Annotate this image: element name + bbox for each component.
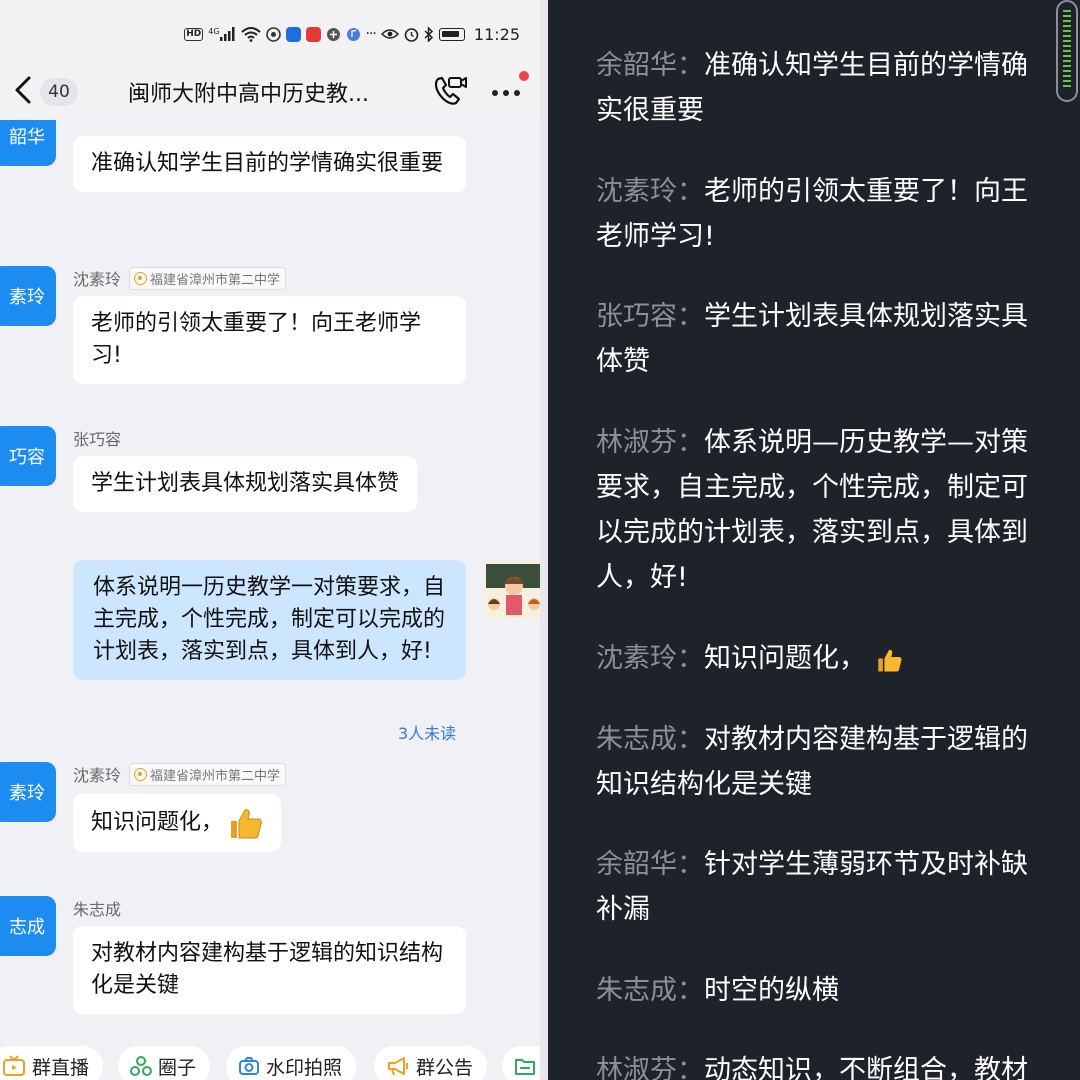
transcript-line: 沈素玲：老师的引领太重要了！向王老师学习! (596, 176, 1028, 252)
transcript-line: 林淑芬：体系说明—历史教学—对策要求，自主完成，个性完成，制定可以完成的计划表，… (596, 427, 1028, 593)
verified-badge-icon (134, 271, 148, 285)
organization-tag: 福建省漳州市第二中学 (129, 266, 287, 290)
more-notifications-icon: ··· (365, 26, 377, 42)
tv-icon (3, 1055, 25, 1076)
chat-header: 40 闽师大附中高中历史教... (0, 62, 540, 120)
more-icon (492, 90, 498, 96)
sender-name: 沈素玲 福建省漳州市第二中学 (73, 266, 287, 290)
organization-tag: 福建省漳州市第二中学 (129, 762, 287, 786)
browser-icon (326, 27, 341, 42)
video-call-button[interactable] (432, 74, 468, 108)
sender-name: 沈素玲 福建省漳州市第二中学 (73, 762, 287, 786)
announcement-chip[interactable]: 群公告 (374, 1046, 488, 1080)
read-status[interactable]: 3人未读 (398, 720, 456, 744)
quick-action-bar: 群直播 圈子 水印拍照 群公告 (0, 1040, 540, 1080)
circle-group-icon (130, 1056, 152, 1076)
back-button[interactable] (10, 74, 36, 106)
my-avatar[interactable] (484, 560, 540, 620)
app-notification-icon (285, 26, 301, 42)
transcript-line: 余韶华：针对学生薄弱环节及时补缺补漏 (596, 849, 1028, 925)
transcript-line: 张巧容：学生计划表具体规划落实具体赞 (596, 301, 1028, 377)
avatar[interactable]: 素玲 (0, 266, 56, 326)
transcript-line: 朱志成：时空的纵横 (596, 975, 839, 1006)
battery-icon (438, 27, 465, 41)
watermark-camera-chip[interactable]: 水印拍照 (226, 1046, 357, 1080)
files-chip[interactable] (502, 1046, 540, 1080)
scrollbar-thumb[interactable] (1056, 0, 1078, 102)
notification-dot (519, 71, 529, 81)
shield-app-icon (265, 26, 281, 42)
alarm-icon (404, 27, 419, 42)
video-call-icon (434, 76, 467, 105)
transcript-line: 沈素玲：知识问题化， (596, 636, 1036, 681)
transcript-panel: 余韶华：准确认知学生目前的学情确实很重要 沈素玲：老师的引领太重要了！向王老师学… (548, 0, 1080, 1080)
panel-divider (540, 0, 548, 1080)
app-notification-icon (305, 26, 321, 42)
wifi-icon (240, 26, 261, 42)
signal-icon: 4G (208, 27, 235, 41)
live-stream-chip[interactable]: 群直播 (0, 1046, 104, 1080)
chat-title: 闽师大附中高中历史教... (128, 82, 369, 107)
audio-level-icon (1063, 10, 1071, 90)
chat-screen: HD 4G ··· 11:25 40 闽师大附中高中历史教... 韶华 准确认知… (0, 0, 540, 1080)
unread-count-badge[interactable]: 40 (40, 78, 78, 106)
message-bubble[interactable]: 准确认知学生目前的学情确实很重要 (73, 136, 466, 192)
more-button[interactable] (492, 71, 529, 102)
circle-chip[interactable]: 圈子 (118, 1046, 211, 1080)
avatar[interactable]: 韶华 (0, 120, 56, 166)
verified-badge-icon (134, 767, 148, 781)
clock: 11:25 (473, 24, 520, 44)
folder-icon (515, 1059, 535, 1075)
thumbs-up-icon (231, 809, 262, 839)
megaphone-icon (388, 1057, 408, 1076)
avatar[interactable]: 巧容 (0, 426, 56, 486)
thumbs-up-icon (877, 649, 902, 671)
hd-icon: HD (184, 27, 204, 41)
message-bubble[interactable]: 对教材内容建构基于逻辑的知识结构化是关键 (73, 926, 466, 1014)
bluetooth-icon (424, 26, 434, 42)
cartoon-avatar-icon (484, 560, 540, 620)
message-bubble[interactable]: 学生计划表具体规划落实具体赞 (73, 456, 418, 512)
camera-icon (239, 1057, 259, 1075)
status-bar: HD 4G ··· 11:25 (0, 0, 540, 62)
avatar[interactable]: 素玲 (0, 762, 56, 822)
my-message-bubble[interactable]: 体系说明一历史教学一对策要求，自主完成，个性完成，制定可以完成的计划表，落实到点… (73, 560, 466, 680)
message-bubble[interactable]: 知识问题化， (73, 794, 282, 852)
transcript-line: 余韶华：准确认知学生目前的学情确实很重要 (596, 50, 1028, 126)
back-arrow-icon (15, 76, 31, 104)
transcript-line: 朱志成：对教材内容建构基于逻辑的知识结构化是关键 (596, 724, 1028, 800)
avatar[interactable]: 志成 (0, 896, 56, 956)
sender-name: 朱志成 (73, 900, 122, 919)
message-bubble[interactable]: 老师的引领太重要了！向王老师学习! (73, 296, 466, 384)
sender-name: 张巧容 (73, 430, 122, 449)
music-icon (346, 27, 361, 42)
transcript-line: 林淑芬：动态知识，不断组合，教材 (596, 1055, 1028, 1080)
eye-icon (380, 28, 399, 40)
message-list[interactable]: 韶华 准确认知学生目前的学情确实很重要 素玲 沈素玲 福建省漳州市第二中学 老师… (0, 120, 540, 1040)
